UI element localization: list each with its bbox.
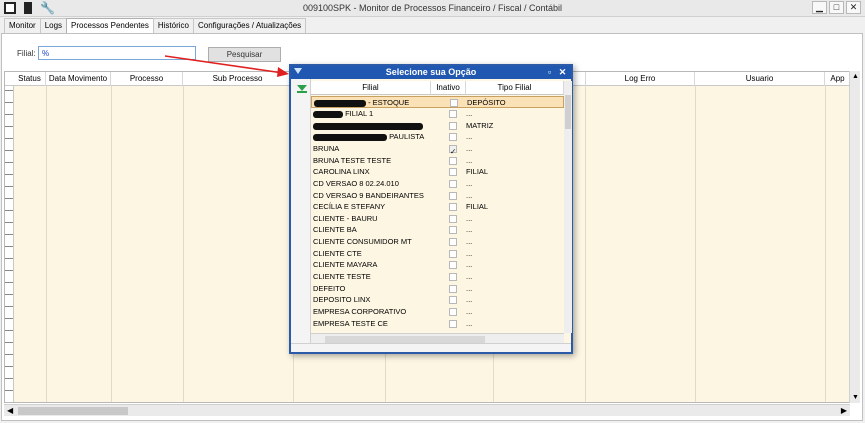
window-titlebar: 🔧 009100SPK - Monitor de Processos Finan… xyxy=(0,0,865,17)
column-header-log-erro[interactable]: Log Erro xyxy=(585,72,695,86)
column-header-app[interactable]: App xyxy=(825,72,849,86)
inativo-checkbox[interactable] xyxy=(449,203,457,211)
list-item[interactable]: EMPRESA CORPORATIVO ... xyxy=(311,306,564,318)
close-button[interactable]: ✕ xyxy=(846,1,861,14)
scroll-thumb[interactable] xyxy=(325,336,485,343)
inativo-checkbox[interactable] xyxy=(449,261,457,269)
inativo-checkbox[interactable] xyxy=(449,122,457,130)
inativo-checkbox[interactable] xyxy=(449,226,457,234)
window-title: 009100SPK - Monitor de Processos Finance… xyxy=(302,3,563,13)
list-item[interactable]: DEPOSITO LINX ... xyxy=(311,294,564,306)
scroll-left-icon[interactable]: ◀ xyxy=(7,406,13,415)
list-item[interactable]: BRUNA TESTE TESTE ... xyxy=(311,155,564,167)
column-header-data-movimento[interactable]: Data Movimento xyxy=(46,72,111,86)
dialog-footer xyxy=(291,343,571,352)
inativo-checkbox[interactable] xyxy=(449,296,457,304)
list-item[interactable]: CLIENTE CTE ... xyxy=(311,248,564,260)
scroll-thumb[interactable] xyxy=(565,95,571,129)
tab-bar: Monitor Logs Processos Pendentes Históri… xyxy=(4,18,307,34)
tab-monitor[interactable]: Monitor xyxy=(4,18,41,33)
inativo-checkbox[interactable] xyxy=(449,238,457,246)
inativo-checkbox[interactable] xyxy=(449,180,457,188)
list-item[interactable]: FILIAL 1 ... xyxy=(311,108,564,120)
list-item[interactable]: CLIENTE CONSUMIDOR MT ... xyxy=(311,236,564,248)
annotation-arrow xyxy=(165,55,289,77)
column-header-tipo-filial[interactable]: Tipo Filial xyxy=(466,81,564,95)
dialog-title: Selecione sua Opção xyxy=(385,67,477,77)
dialog-titlebar: Selecione sua Opção ▫ ✕ xyxy=(291,66,571,79)
maximize-button[interactable]: □ xyxy=(829,1,844,14)
list-item[interactable]: CLIENTE MAYARA ... xyxy=(311,259,564,271)
filial-grid[interactable]: Filial Inativo Tipo Filial - ESTOQUE DEP… xyxy=(311,81,564,333)
inativo-checkbox[interactable] xyxy=(449,215,457,223)
inativo-checkbox[interactable] xyxy=(449,320,457,328)
minimize-button[interactable]: ▁ xyxy=(812,1,827,14)
inativo-checkbox[interactable] xyxy=(449,285,457,293)
list-item[interactable]: CD VERSAO 8 02.24.010 ... xyxy=(311,178,564,190)
inativo-checkbox[interactable] xyxy=(449,133,457,141)
inativo-checkbox[interactable] xyxy=(449,308,457,316)
inativo-checkbox[interactable] xyxy=(449,273,457,281)
list-item[interactable]: CAROLINA LINX FILIAL xyxy=(311,166,564,178)
restore-icon[interactable]: ▫ xyxy=(544,67,555,78)
scroll-right-icon[interactable]: ▶ xyxy=(841,406,847,415)
dialog-close-icon[interactable]: ✕ xyxy=(557,67,568,78)
list-item[interactable]: EMPRESA TESTE CE ... xyxy=(311,318,564,330)
column-header-filial[interactable]: Filial xyxy=(311,81,431,95)
inativo-checkbox[interactable] xyxy=(450,99,458,107)
scroll-thumb[interactable] xyxy=(18,407,128,415)
dialog-vertical-scrollbar[interactable] xyxy=(564,81,572,333)
list-item[interactable]: - ESTOQUE DEPÓSITO xyxy=(311,96,564,108)
row-indicator-column xyxy=(5,86,14,402)
inativo-checkbox[interactable] xyxy=(449,110,457,118)
selection-dialog: Selecione sua Opção ▫ ✕ Filial Inativo T… xyxy=(289,64,573,354)
list-item[interactable]: CD VERSAO 9 BANDEIRANTES ... xyxy=(311,190,564,202)
list-item[interactable]: MATRIZ xyxy=(311,120,564,132)
column-header-inativo[interactable]: Inativo xyxy=(431,81,466,95)
inativo-checkbox[interactable] xyxy=(449,157,457,165)
tab-historico[interactable]: Histórico xyxy=(152,18,194,33)
inativo-checkbox[interactable]: ✓ xyxy=(449,145,457,155)
dialog-toolbar xyxy=(291,79,311,352)
list-item[interactable]: PAULISTA ... xyxy=(311,131,564,143)
list-item[interactable]: BRUNA ✓ ... xyxy=(311,143,564,155)
inativo-checkbox[interactable] xyxy=(449,250,457,258)
list-item[interactable]: CLIENTE - BAURU ... xyxy=(311,213,564,225)
list-item[interactable]: CECÍLIA E STEFANY FILIAL xyxy=(311,201,564,213)
tab-processos-pendentes[interactable]: Processos Pendentes xyxy=(66,18,154,34)
filial-label: Filial: xyxy=(17,49,36,58)
tab-logs[interactable]: Logs xyxy=(39,18,68,33)
grid-vertical-scrollbar[interactable]: ▲ ▼ xyxy=(849,71,860,403)
column-header-usuario[interactable]: Usuario xyxy=(695,72,825,86)
inativo-checkbox[interactable] xyxy=(449,168,457,176)
list-item[interactable]: DEFEITO ... xyxy=(311,283,564,295)
scroll-down-icon[interactable]: ▼ xyxy=(852,394,859,401)
grid-horizontal-scrollbar[interactable]: ◀ ▶ xyxy=(4,404,850,416)
list-item[interactable]: CLIENTE BA ... xyxy=(311,224,564,236)
tab-configuracoes[interactable]: Configurações / Atualizações xyxy=(193,18,307,33)
list-item[interactable]: CLIENTE TESTE ... xyxy=(311,271,564,283)
column-header-status[interactable]: Status xyxy=(14,72,46,86)
inativo-checkbox[interactable] xyxy=(449,192,457,200)
filter-icon xyxy=(294,68,302,74)
scroll-up-icon[interactable]: ▲ xyxy=(852,73,859,80)
